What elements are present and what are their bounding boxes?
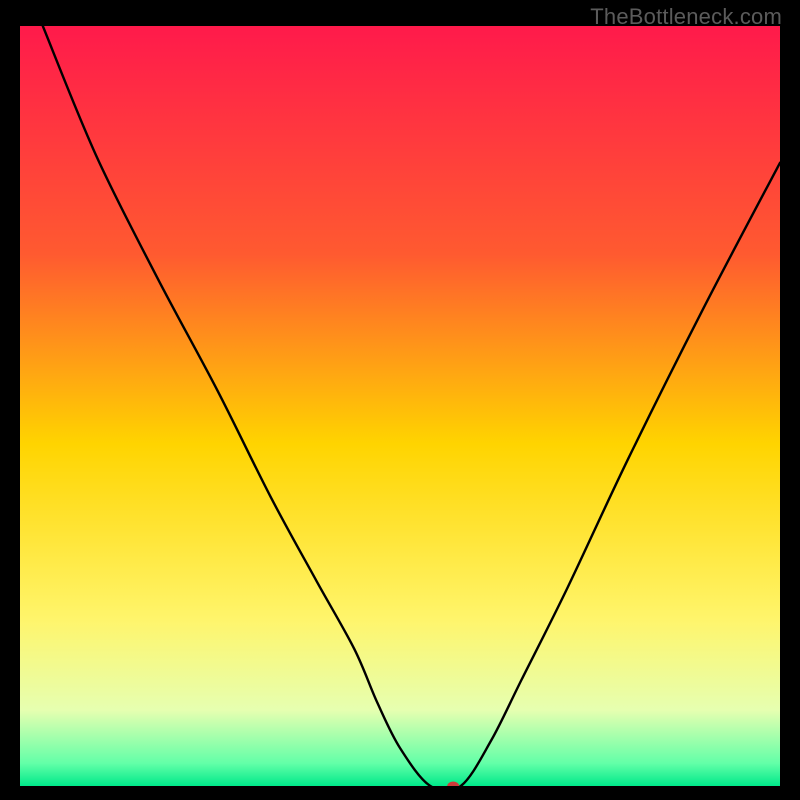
chart-svg <box>20 26 780 786</box>
plot-area <box>20 26 780 786</box>
gradient-background <box>20 26 780 786</box>
chart-frame: TheBottleneck.com <box>0 0 800 800</box>
